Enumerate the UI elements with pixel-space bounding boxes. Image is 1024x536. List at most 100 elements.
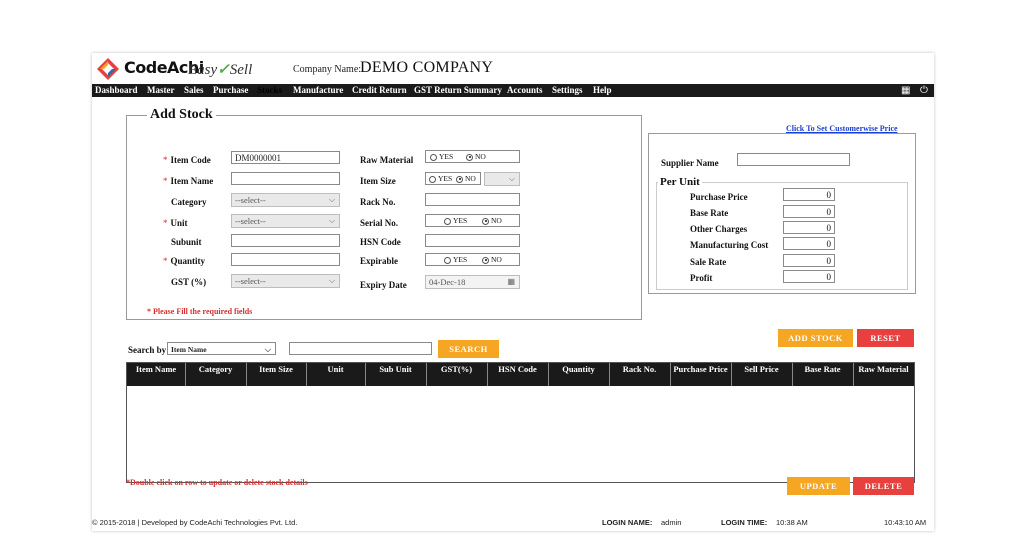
column-header[interactable]: GST(%) bbox=[426, 365, 487, 374]
expirable-no-radio[interactable]: NO bbox=[482, 255, 502, 264]
column-header[interactable]: Sub Unit bbox=[365, 365, 426, 374]
chevron-down-icon: ⌵ bbox=[328, 216, 335, 225]
copyright-text: © 2015-2018 | Developed by CodeAchi Tech… bbox=[92, 518, 298, 527]
hsn-code-label: HSN Code bbox=[360, 237, 401, 247]
column-header[interactable]: Item Name bbox=[127, 365, 185, 374]
rack-no-input[interactable] bbox=[425, 193, 520, 206]
unit-label: * Unit bbox=[163, 218, 188, 228]
profit-label: Profit bbox=[690, 273, 713, 283]
purchase-price-label: Purchase Price bbox=[690, 192, 748, 202]
gst-select[interactable]: --select-- ⌵ bbox=[231, 274, 340, 288]
radio-selected-icon bbox=[482, 256, 489, 264]
column-header[interactable]: HSN Code bbox=[487, 365, 548, 374]
column-header[interactable]: Quantity bbox=[548, 365, 609, 374]
login-time-label: LOGIN TIME: bbox=[721, 518, 768, 527]
rack-no-label: Rack No. bbox=[360, 197, 396, 207]
menu-master[interactable]: Master bbox=[147, 85, 174, 95]
subunit-label: Subunit bbox=[171, 237, 202, 247]
item-code-input[interactable]: DM0000001 bbox=[231, 151, 340, 164]
calculator-icon[interactable]: ▦ bbox=[901, 85, 910, 96]
column-header[interactable]: Rack No. bbox=[609, 365, 670, 374]
menu-bar: Dashboard Master Sales Purchase Stocks M… bbox=[92, 84, 934, 97]
menu-dashboard[interactable]: Dashboard bbox=[95, 85, 138, 95]
chevron-down-icon: ⌵ bbox=[328, 276, 335, 285]
base-rate-input[interactable]: 0 bbox=[783, 205, 835, 218]
menu-purchase[interactable]: Purchase bbox=[213, 85, 248, 95]
chevron-down-icon: ⌵ bbox=[328, 195, 335, 204]
item-size-label: Item Size bbox=[360, 176, 396, 186]
column-header[interactable]: Item Size bbox=[246, 365, 306, 374]
item-size-no-radio[interactable]: NO bbox=[456, 174, 476, 183]
sale-rate-input[interactable]: 0 bbox=[783, 254, 835, 267]
serial-no-yes-radio[interactable]: YES bbox=[444, 216, 467, 225]
quantity-input[interactable] bbox=[231, 253, 340, 266]
menu-gst-return-summary[interactable]: GST Return Summary bbox=[414, 85, 502, 95]
login-time-value: 10:38 AM bbox=[776, 518, 808, 527]
manufacturing-cost-input[interactable]: 0 bbox=[783, 237, 835, 250]
column-header[interactable]: Purchase Price bbox=[670, 365, 731, 374]
unit-select[interactable]: --select-- ⌵ bbox=[231, 214, 340, 228]
menu-sales[interactable]: Sales bbox=[184, 85, 204, 95]
other-charges-input[interactable]: 0 bbox=[783, 221, 835, 234]
menu-help[interactable]: Help bbox=[593, 85, 612, 95]
search-input[interactable] bbox=[289, 342, 432, 355]
add-stock-button[interactable]: ADD STOCK bbox=[778, 329, 853, 347]
raw-material-radio-group: YES NO bbox=[425, 150, 520, 163]
supplier-name-input[interactable] bbox=[737, 153, 850, 166]
menu-accounts[interactable]: Accounts bbox=[507, 85, 543, 95]
codeachi-logo-icon bbox=[97, 58, 119, 80]
purchase-price-input[interactable]: 0 bbox=[783, 188, 835, 201]
power-icon[interactable]: ⏻ bbox=[920, 85, 928, 96]
radio-icon bbox=[429, 175, 436, 183]
clock-display: 10:43:10 AM bbox=[884, 518, 927, 527]
column-header[interactable]: Unit bbox=[306, 365, 365, 374]
search-by-select[interactable]: Item Name ⌵ bbox=[167, 342, 276, 355]
column-header[interactable]: Sell Price bbox=[731, 365, 792, 374]
column-header[interactable]: Base Rate bbox=[792, 365, 853, 374]
item-size-select[interactable]: ⌵ bbox=[484, 172, 520, 186]
menu-settings[interactable]: Settings bbox=[552, 85, 583, 95]
stock-table[interactable]: Item Name Category Item Size Unit Sub Un… bbox=[126, 362, 915, 483]
raw-material-yes-radio[interactable]: YES bbox=[430, 152, 453, 161]
radio-icon bbox=[430, 153, 437, 161]
search-button[interactable]: SEARCH bbox=[438, 340, 499, 358]
menu-stocks[interactable]: Stocks bbox=[257, 85, 283, 95]
expirable-label: Expirable bbox=[360, 256, 399, 266]
column-header[interactable]: Category bbox=[185, 365, 246, 374]
footer: © 2015-2018 | Developed by CodeAchi Tech… bbox=[92, 516, 934, 531]
menu-manufacture[interactable]: Manufacture bbox=[293, 85, 343, 95]
expiry-date-label: Expiry Date bbox=[360, 280, 407, 290]
hsn-code-input[interactable] bbox=[425, 234, 520, 247]
raw-material-no-radio[interactable]: NO bbox=[466, 152, 486, 161]
reset-button[interactable]: RESET bbox=[857, 329, 914, 347]
customerwise-price-link[interactable]: Click To Set Customerwise Price bbox=[786, 124, 898, 133]
item-size-yes-radio[interactable]: YES bbox=[429, 174, 452, 183]
delete-button[interactable]: DELETE bbox=[853, 477, 914, 495]
login-name-label: LOGIN NAME: bbox=[602, 518, 653, 527]
item-size-radio-group: YES NO bbox=[425, 172, 481, 185]
other-charges-label: Other Charges bbox=[690, 224, 748, 234]
checkmark-icon: ✓ bbox=[217, 62, 230, 78]
required-fields-note: * Please Fill the required fields bbox=[147, 307, 253, 316]
update-button[interactable]: UPDATE bbox=[787, 477, 850, 495]
add-stock-title: Add Stock bbox=[147, 107, 216, 123]
expiry-date-picker[interactable]: 04-Dec-18 ▦ bbox=[425, 275, 520, 289]
category-label: Category bbox=[171, 197, 207, 207]
item-name-input[interactable] bbox=[231, 172, 340, 185]
company-label: Company Name: bbox=[293, 64, 362, 75]
quantity-label: * Quantity bbox=[163, 256, 206, 266]
column-header[interactable]: Raw Material bbox=[853, 365, 914, 374]
item-code-label: * Item Code bbox=[163, 155, 211, 165]
manufacturing-cost-label: Manufacturing Cost bbox=[690, 240, 769, 250]
profit-input[interactable]: 0 bbox=[783, 270, 835, 283]
login-name-value: admin bbox=[661, 518, 682, 527]
category-select[interactable]: --select-- ⌵ bbox=[231, 193, 340, 207]
subunit-input[interactable] bbox=[231, 234, 340, 247]
serial-no-no-radio[interactable]: NO bbox=[482, 216, 502, 225]
company-name: DEMO COMPANY bbox=[360, 59, 494, 76]
menu-credit-return[interactable]: Credit Return bbox=[352, 85, 407, 95]
base-rate-label: Base Rate bbox=[690, 208, 729, 218]
radio-icon bbox=[444, 256, 451, 264]
serial-no-radio-group: YES NO bbox=[425, 214, 520, 227]
expirable-yes-radio[interactable]: YES bbox=[444, 255, 467, 264]
